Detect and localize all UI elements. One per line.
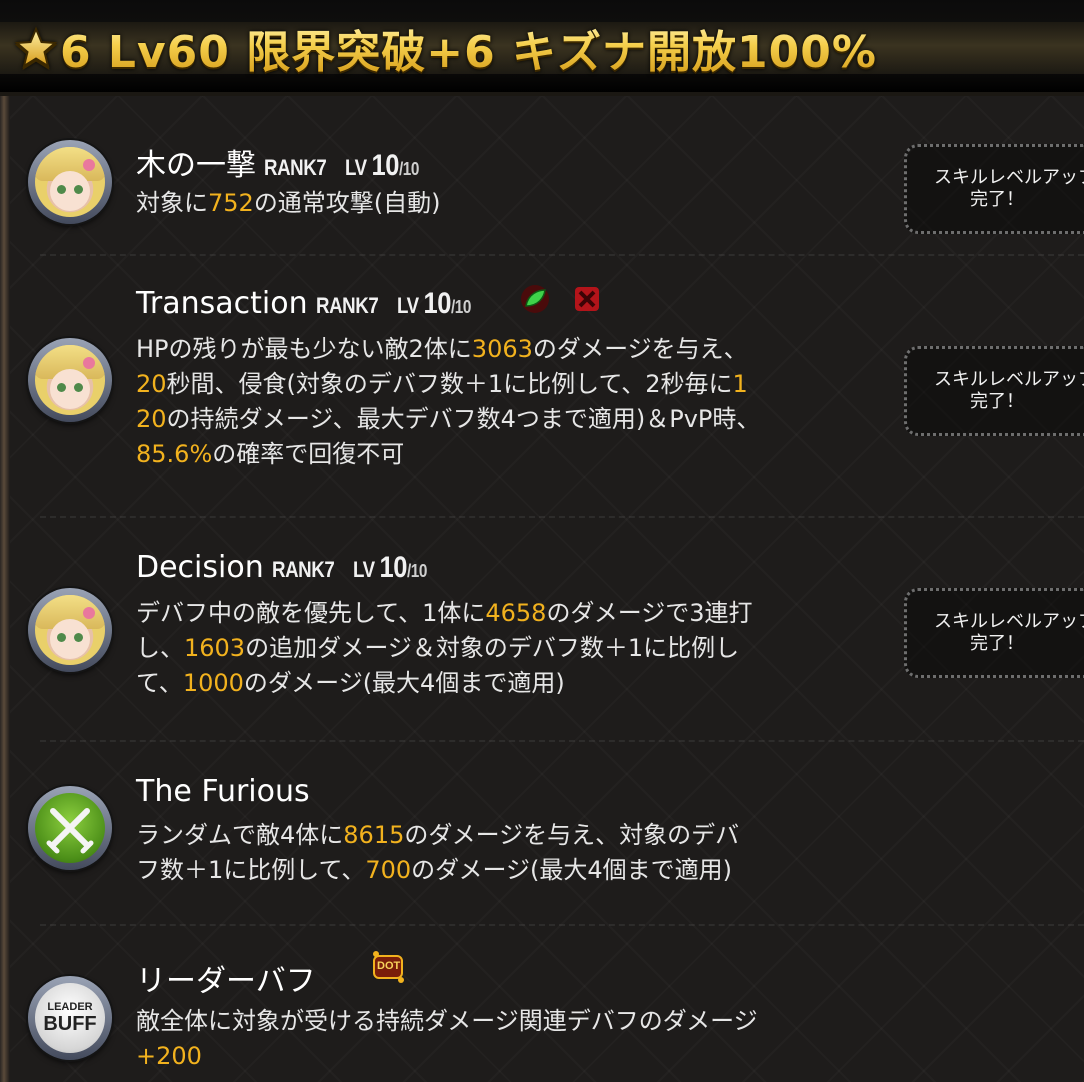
header-title-text: 6 Lv60 限界突破+6 キズナ開放100% [60, 27, 877, 78]
header-title: 6 Lv60 限界突破+6 キズナ開放100% [14, 18, 877, 78]
header: 6 Lv60 限界突破+6 キズナ開放100% [0, 0, 1084, 96]
skill-3-levelup-complete-button[interactable]: スキルレベルアップ 完了！ [904, 588, 1084, 678]
skill-1-levelup-complete-button[interactable]: スキルレベルアップ 完了！ [904, 144, 1084, 234]
skill-2-title: Transaction RANK7 LV 10/10 [136, 286, 484, 321]
skill-5-title: リーダーバフ [136, 956, 316, 1000]
skill-2-level: LV 10/10 [396, 287, 471, 320]
skill-4-name: The Furious [136, 774, 310, 809]
skill-1-title: 木の一撃 RANK7 LV 10/10 [136, 140, 432, 184]
divider [40, 740, 1084, 742]
skill-1-description: 対象に752の通常攻撃(自動) [136, 189, 441, 217]
star-icon [14, 26, 58, 69]
skill-3-title: Decision RANK7 LV 10/10 [136, 550, 440, 585]
skill-1-rank: RANK7 [264, 155, 327, 180]
skill-4-passive-icon [28, 786, 112, 870]
skill-3-name: Decision [136, 550, 264, 585]
divider [40, 516, 1084, 518]
swords-icon [46, 808, 94, 854]
skill-1-name: 木の一撃 [136, 148, 256, 183]
skill-2-description: HPの残りが最も少ない敵2体に3063のダメージを与え、 20秒間、侵食(対象の… [136, 335, 761, 468]
skill-4-description: ランダムで敵4体に8615のダメージを与え、対象のデバ フ数＋1に比例して、70… [136, 821, 740, 884]
divider [40, 254, 1084, 256]
skill-3-level: LV 10/10 [353, 551, 427, 584]
skill-3-description: デバフ中の敵を優先して、1体に4658のダメージで3連打 し、1603の追加ダメ… [136, 599, 753, 697]
skill-1-character-avatar [28, 140, 112, 224]
skill-2-name: Transaction [136, 286, 308, 321]
skill-2-rank: RANK7 [315, 293, 379, 318]
skill-panel-background [0, 92, 1084, 1082]
skill-3-rank: RANK7 [271, 557, 335, 582]
leaf-icon [521, 285, 549, 313]
skill-5-name: リーダーバフ [136, 964, 316, 999]
skill-1-level: LV 10/10 [345, 149, 420, 182]
skill-5-leader-buff-icon: LEADER BUFF [28, 976, 112, 1060]
skill-2-character-avatar [28, 338, 112, 422]
divider [40, 924, 1084, 926]
skill-5-description: 敵全体に対象が受ける持続ダメージ関連デバフのダメージ +200 [136, 1007, 758, 1070]
dot-icon: DOT [368, 948, 408, 984]
skill-2-levelup-complete-button[interactable]: スキルレベルアップ 完了！ [904, 346, 1084, 436]
cross-icon [575, 287, 599, 311]
skill-3-character-avatar [28, 588, 112, 672]
skill-4-title: The Furious [136, 774, 310, 809]
panel-left-border [0, 92, 10, 1082]
